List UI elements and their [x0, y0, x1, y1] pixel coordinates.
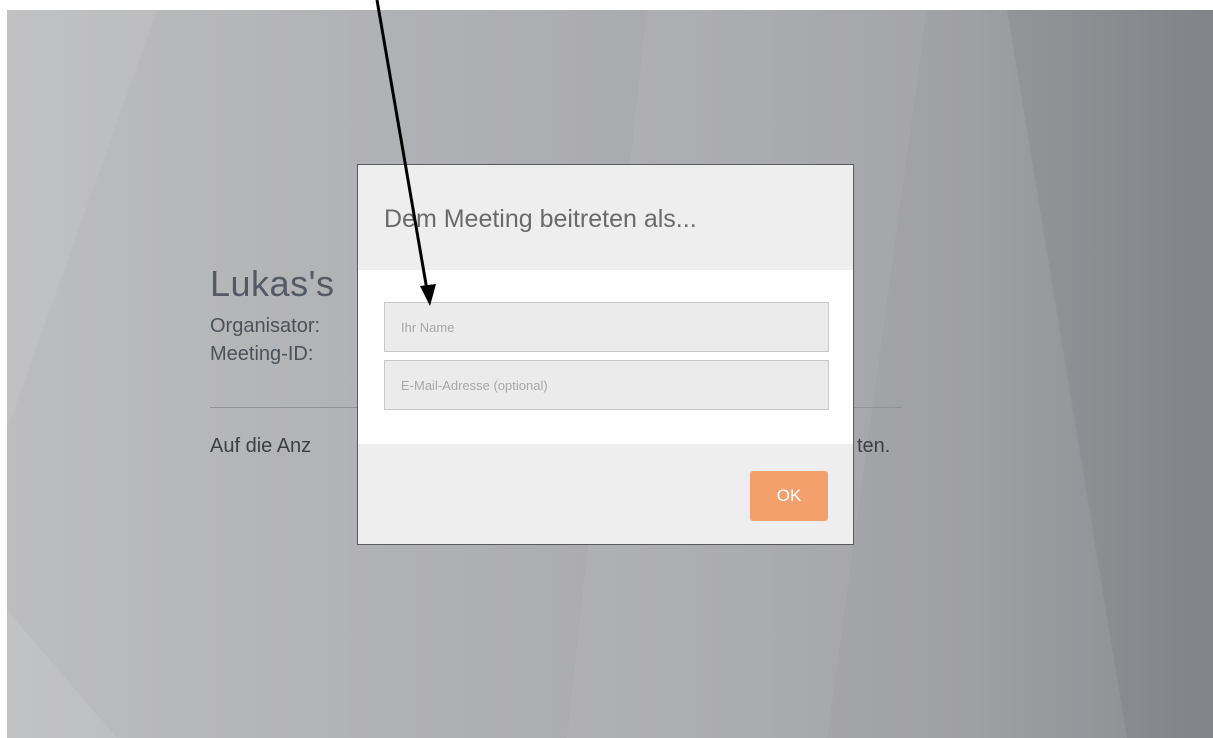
dialog-body: [358, 270, 853, 444]
meeting-join-screen: Lukas's Organisator: Meeting-ID: Auf die…: [7, 10, 1213, 738]
dialog-header: Dem Meeting beitreten als...: [358, 165, 853, 270]
instruction-text-start: Auf die Anz: [210, 435, 312, 457]
dialog-footer: OK: [358, 444, 853, 544]
join-meeting-dialog: Dem Meeting beitreten als... OK: [357, 164, 854, 545]
ok-button[interactable]: OK: [750, 471, 828, 521]
name-input[interactable]: [384, 302, 829, 352]
dialog-title: Dem Meeting beitreten als...: [384, 205, 697, 233]
meeting-title: Lukas's: [210, 263, 335, 304]
email-input[interactable]: [384, 360, 829, 410]
meeting-id-label: Meeting-ID:: [210, 343, 314, 365]
instruction-text-end: ten.: [857, 435, 891, 457]
organizer-label: Organisator:: [210, 315, 321, 337]
